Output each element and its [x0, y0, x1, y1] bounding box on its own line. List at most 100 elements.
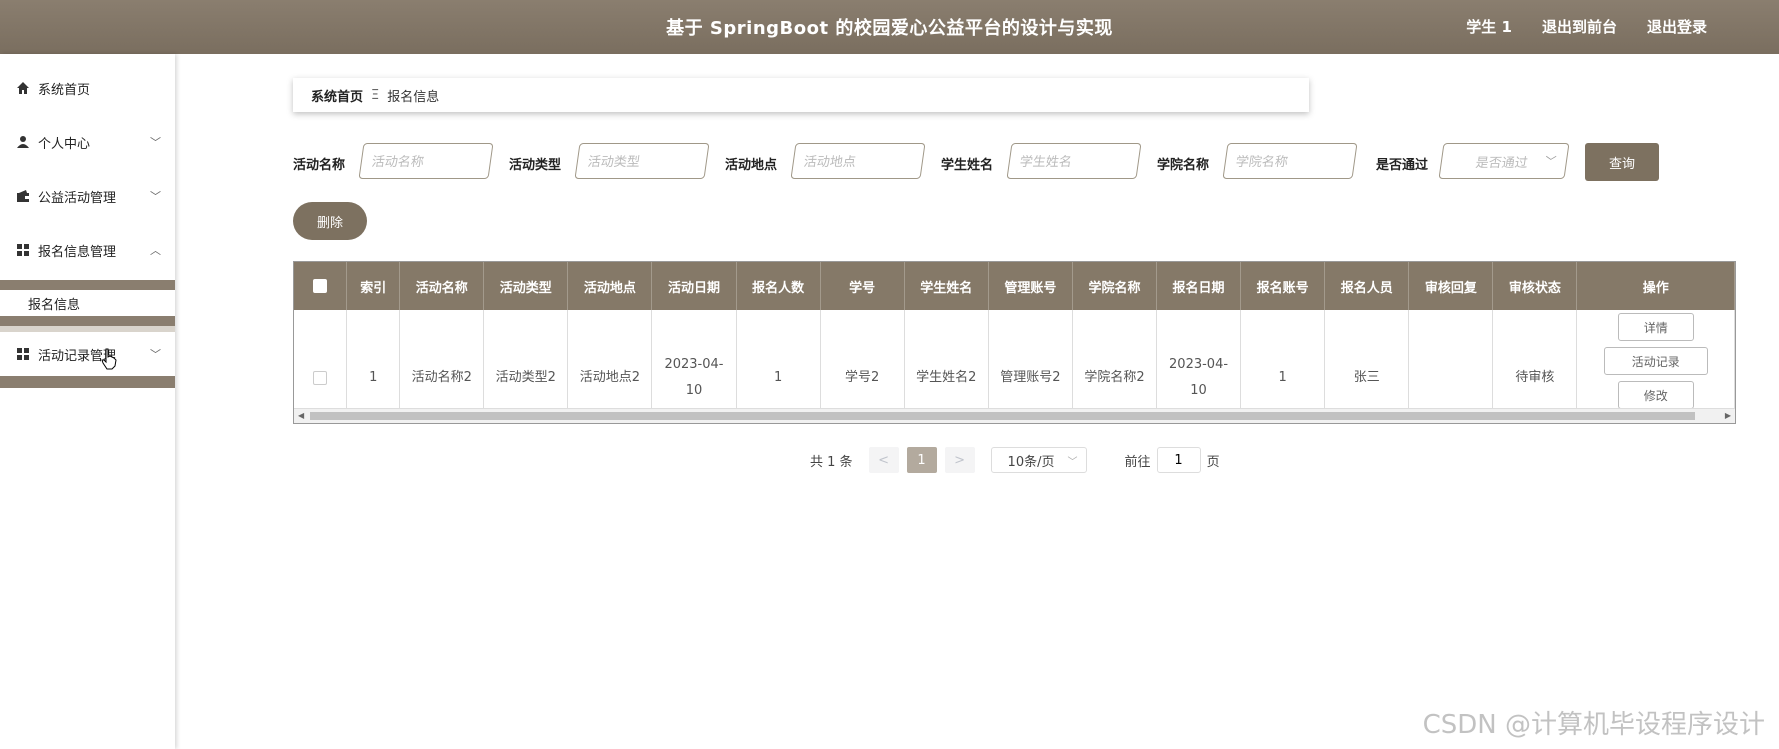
approved-select[interactable]: 是否通过 ﹀ — [1438, 143, 1570, 179]
breadcrumb-separator: Ξ — [371, 87, 380, 103]
cell-activity-type: 活动类型2 — [483, 310, 569, 423]
cell-activity-name: 活动名称2 — [399, 310, 485, 423]
column-header: 索引 — [346, 262, 401, 310]
approved-select-value: 是否通过 — [1474, 155, 1529, 171]
sidebar-item-activity[interactable]: 公益活动管理 ﹀ — [0, 178, 175, 214]
goto-page-input[interactable] — [1156, 447, 1201, 473]
table-header-row: 索引 活动名称 活动类型 活动地点 活动日期 报名人数 学号 学生姓名 管理账号… — [294, 262, 1735, 310]
cell-review-reply — [1408, 310, 1494, 423]
prev-page-button[interactable]: < — [868, 447, 899, 473]
column-header: 活动名称 — [399, 262, 485, 310]
submenu-band — [0, 316, 175, 332]
edit-button[interactable]: 修改 — [1617, 381, 1694, 409]
activity-name-input[interactable] — [358, 143, 494, 179]
college-name-input[interactable] — [1222, 143, 1358, 179]
watermark: CSDN @计算机毕设程序设计 — [1422, 710, 1765, 740]
page-size-select[interactable]: 10条/页 ﹀ — [990, 447, 1087, 473]
grid-icon — [17, 348, 29, 360]
cell-operations: 详情 活动记录 修改 删除 — [1576, 310, 1735, 423]
submenu-band — [0, 376, 175, 388]
select-all-cell — [294, 262, 348, 310]
sidebar-item-label: 公益活动管理 — [38, 190, 117, 206]
cell-student-no: 学号2 — [820, 310, 905, 423]
cell-activity-date: 2023-04-10 — [651, 310, 737, 423]
logout-link[interactable]: 退出登录 — [1647, 16, 1707, 37]
chevron-down-icon: ﹀ — [1067, 456, 1078, 468]
breadcrumb: 系统首页 Ξ 报名信息 — [293, 78, 1309, 112]
sidebar-item-label: 报名信息管理 — [38, 244, 117, 260]
page-unit-label: 页 — [1206, 454, 1220, 470]
activity-record-button[interactable]: 活动记录 — [1603, 347, 1708, 375]
header-user-actions: 学生 1 退出到前台 退出登录 — [1466, 16, 1779, 37]
activity-type-label: 活动类型 — [509, 158, 562, 173]
scroll-right-icon[interactable]: ▶ — [1725, 409, 1731, 423]
chevron-up-icon: ︿ — [150, 244, 161, 257]
hand-cursor-icon — [101, 348, 117, 370]
grid-icon — [17, 244, 29, 256]
cell-signup-account: 1 — [1240, 310, 1326, 423]
sidebar-subitem-label: 报名信息 — [28, 297, 81, 313]
student-name-input[interactable] — [1006, 143, 1142, 179]
column-header: 报名人员 — [1324, 262, 1410, 310]
sidebar-item-home[interactable]: 系统首页 — [0, 70, 175, 106]
activity-place-input[interactable] — [790, 143, 926, 179]
home-icon — [17, 82, 29, 94]
cell-signup-person: 张三 — [1324, 310, 1410, 423]
chevron-down-icon: ﹀ — [150, 190, 161, 203]
sidebar-item-label: 个人中心 — [38, 136, 91, 152]
page-number-button[interactable]: 1 — [906, 447, 937, 473]
chevron-down-icon: ﹀ — [1544, 155, 1557, 168]
sidebar-item-signup[interactable]: 报名信息管理 ︿ — [0, 232, 175, 268]
top-header: 基于 SpringBoot 的校园爱心公益平台的设计与实现 学生 1 退出到前台… — [0, 0, 1779, 54]
column-header: 报名账号 — [1240, 262, 1326, 310]
next-page-button[interactable]: > — [944, 447, 975, 473]
scrollbar-thumb[interactable] — [310, 412, 1695, 420]
chevron-down-icon: ﹀ — [150, 348, 161, 361]
column-header: 报名人数 — [736, 262, 821, 310]
horizontal-scrollbar[interactable]: ◀ ▶ — [294, 408, 1735, 423]
cell-activity-place: 活动地点2 — [567, 310, 653, 423]
row-select-cell — [294, 310, 348, 423]
sidebar-subitem-signup-info[interactable]: 报名信息 — [0, 290, 175, 316]
sidebar: 系统首页 个人中心 ﹀ 公益活动管理 ﹀ 报名信息管理 ︿ 报名信息 活动记录管… — [0, 54, 175, 749]
scroll-left-icon[interactable]: ◀ — [298, 409, 304, 423]
column-header: 审核回复 — [1408, 262, 1494, 310]
row-checkbox[interactable] — [313, 370, 328, 385]
table-row: 1 活动名称2 活动类型2 活动地点2 2023-04-10 1 学号2 学生姓… — [294, 310, 1735, 423]
signup-table: 索引 活动名称 活动类型 活动地点 活动日期 报名人数 学号 学生姓名 管理账号… — [293, 261, 1736, 424]
cell-college-name: 学院名称2 — [1072, 310, 1158, 423]
cell-manager-account: 管理账号2 — [988, 310, 1073, 423]
sidebar-item-label: 系统首页 — [38, 82, 91, 98]
current-user: 学生 1 — [1466, 18, 1512, 36]
batch-delete-button[interactable]: 删除 — [293, 202, 367, 240]
sidebar-item-personal[interactable]: 个人中心 ﹀ — [0, 124, 175, 160]
user-icon — [17, 136, 29, 148]
page-size-value: 10条/页 — [1007, 454, 1055, 470]
query-button[interactable]: 查询 — [1585, 143, 1659, 181]
column-header: 学号 — [820, 262, 905, 310]
sidebar-item-records[interactable]: 活动记录管理 ﹀ — [0, 336, 175, 372]
select-all-checkbox[interactable] — [313, 279, 328, 293]
activity-type-input[interactable] — [574, 143, 710, 179]
college-name-label: 学院名称 — [1157, 158, 1210, 173]
pagination: 共 1 条 < 1 > 10条/页 ﹀ 前往 页 — [810, 446, 1220, 474]
goto-label: 前往 — [1124, 454, 1151, 470]
back-to-front-link[interactable]: 退出到前台 — [1542, 16, 1617, 37]
column-header: 操作 — [1576, 262, 1735, 310]
wallet-icon — [17, 190, 29, 202]
column-header: 活动地点 — [567, 262, 653, 310]
breadcrumb-current: 报名信息 — [387, 89, 440, 105]
filter-bar: 活动名称 活动类型 活动地点 学生姓名 学院名称 是否通过 是否通过 ﹀ 查询 — [293, 143, 1673, 181]
column-header: 审核状态 — [1492, 262, 1578, 310]
column-header: 学院名称 — [1072, 262, 1158, 310]
column-header: 活动日期 — [651, 262, 737, 310]
column-header: 管理账号 — [988, 262, 1073, 310]
detail-button[interactable]: 详情 — [1617, 313, 1694, 341]
cell-student-name: 学生姓名2 — [904, 310, 989, 423]
breadcrumb-home[interactable]: 系统首页 — [311, 86, 363, 105]
student-name-label: 学生姓名 — [941, 158, 994, 173]
chevron-down-icon: ﹀ — [150, 136, 161, 149]
pagination-total: 共 1 条 — [810, 454, 853, 470]
column-header: 学生姓名 — [904, 262, 989, 310]
cell-signup-count: 1 — [736, 310, 821, 423]
